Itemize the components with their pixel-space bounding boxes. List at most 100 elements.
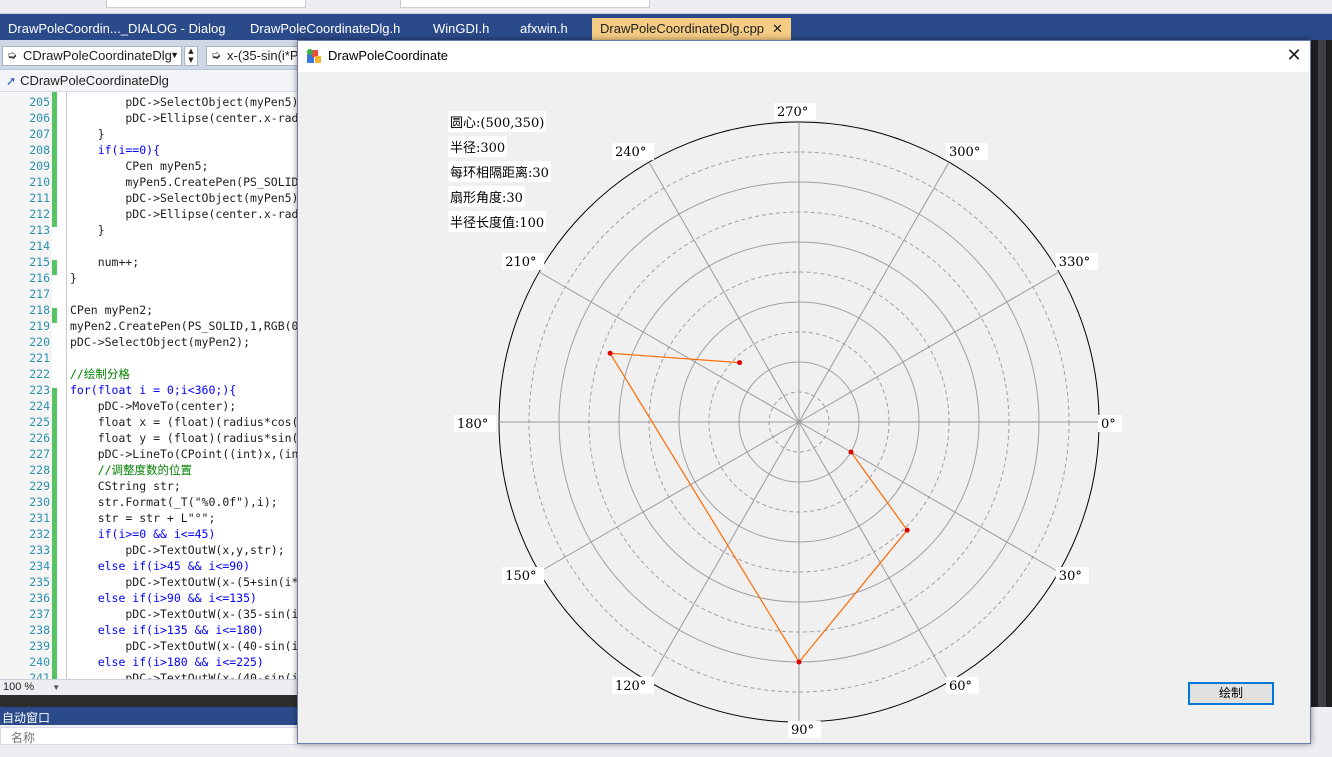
column-header-name[interactable]: 名称 [0,727,298,745]
code-line[interactable]: 241 pDC->TextOutW(x-(40-sin(i*PI [0,670,298,679]
code-line[interactable]: 235 pDC->TextOutW(x-(5+sin(i*PI [0,574,298,590]
code-line[interactable]: 219 myPen2.CreatePen(PS_SOLID,1,RGB(0,0,0… [0,318,298,334]
code-text: str.Format(_T("%0.0f"),i); [70,495,278,509]
zoom-level[interactable]: 100 % [3,681,34,693]
code-line[interactable]: 213 } [0,222,298,238]
angle-label: 90° [791,723,814,738]
tab-wingdi[interactable]: WinGDI.h [425,18,497,40]
code-line[interactable]: 229 CString str; [0,478,298,494]
code-editor[interactable]: 205 pDC->SelectObject(myPen5); 206 pDC->E… [0,92,298,679]
code-text: pDC->Ellipse(center.x-radius, [125,111,298,125]
code-text: float x = (float)(radius*cos( [70,415,298,429]
code-line[interactable]: 236 else if(i>90 && i<=135) [0,590,298,606]
breadcrumb[interactable]: ➚ CDrawPoleCoordinateDlg [0,70,298,92]
code-line[interactable]: 216} [0,270,298,286]
code-line[interactable]: 231 str = str + L"°"; [0,510,298,526]
code-line[interactable]: 212 pDC->Ellipse(center.x-radius, [0,206,298,222]
draw-button[interactable]: 绘制 [1188,682,1274,705]
line-number: 205 [29,95,50,109]
line-number: 231 [29,511,50,525]
close-icon[interactable]: ✕ [1278,41,1310,72]
angle-label: 180° [457,417,488,432]
code-line[interactable]: 233 pDC->TextOutW(x,y,str); [0,542,298,558]
tab-label: DrawPoleCoordin..._DIALOG - Dialog [8,21,226,36]
chevron-down-icon[interactable]: ▼ [52,683,60,692]
code-line[interactable]: 237 pDC->TextOutW(x-(35-sin(i*PI [0,606,298,622]
code-line[interactable]: 239 pDC->TextOutW(x-(40-sin(i*PI [0,638,298,654]
code-line[interactable]: 223 for(float i = 0;i<360;){ [0,382,298,398]
code-line[interactable]: 228 //调整度数的位置 [0,462,298,478]
angle-label: 30° [1059,569,1082,584]
line-number: 217 [29,287,50,301]
tab-afxwin[interactable]: afxwin.h [512,18,576,40]
document-tab-bar: DrawPoleCoordin..._DIALOG - Dialog DrawP… [0,14,1332,40]
code-line[interactable]: 218 CPen myPen2; [0,302,298,318]
app-icon [307,49,321,63]
line-number: 219 [29,319,50,333]
info-radius-length: 半径长度值:100 [448,211,547,232]
code-line[interactable]: 210 myPen5.CreatePen(PS_SOLID,1, [0,174,298,190]
close-icon[interactable]: ✕ [772,21,783,36]
tab-dlg-cpp[interactable]: DrawPoleCoordinateDlg.cpp ✕ [592,18,791,40]
angle-label: 150° [505,569,536,584]
code-line[interactable]: 232 if(i>=0 && i<=45) [0,526,298,542]
code-line[interactable]: 224 pDC->MoveTo(center); [0,398,298,414]
class-icon: ➭ [7,48,18,62]
code-line[interactable]: 240 else if(i>180 && i<=225) [0,654,298,670]
code-line[interactable]: 230 str.Format(_T("%0.0f"),i); [0,494,298,510]
code-line[interactable]: 215 num++; [0,254,298,270]
code-line[interactable]: 225 float x = (float)(radius*cos( [0,414,298,430]
code-line[interactable]: 205 pDC->SelectObject(myPen5); [0,94,298,110]
tab-label: afxwin.h [520,21,568,36]
code-text: if(i>=0 && i<=45) [70,527,216,541]
line-number: 237 [29,607,50,621]
member-dropdown[interactable]: ➭ x-(35-sin(i*P [206,46,302,66]
line-number: 225 [29,415,50,429]
line-number: 234 [29,559,50,573]
code-line[interactable]: 211 pDC->SelectObject(myPen5); [0,190,298,206]
code-line[interactable]: 234 else if(i>45 && i<=90) [0,558,298,574]
dialog-titlebar[interactable]: DrawPoleCoordinate ✕ [298,41,1310,72]
toolbar-combo-2[interactable] [400,0,650,8]
line-number: 208 [29,143,50,157]
code-line[interactable]: 238 else if(i>135 && i<=180) [0,622,298,638]
code-line[interactable]: 214 [0,238,298,254]
code-text: CPen myPen5; [70,159,209,173]
line-number: 214 [29,239,50,253]
navigation-bar: ➭ CDrawPoleCoordinateDlg ▼ ▲ ▼ ➭ x-(35-si… [0,40,302,70]
code-line[interactable]: 222 //绘制分格 [0,366,298,382]
data-point [796,659,802,665]
code-text: CPen myPen2; [70,303,154,317]
line-number: 209 [29,159,50,173]
angle-label: 270° [777,105,808,120]
split-spinner[interactable]: ▲ ▼ [184,46,198,66]
auto-window-title[interactable]: 自动窗口 [0,707,298,725]
code-text: float y = (float)(radius*sin( [70,431,298,445]
vertical-scrollbar[interactable] [1318,40,1326,707]
angle-label: 300° [949,145,980,160]
code-line[interactable]: 220 pDC->SelectObject(myPen2); [0,334,298,350]
code-line[interactable]: 221 [0,350,298,366]
code-line[interactable]: 208 if(i==0){ [0,142,298,158]
code-line[interactable]: 217 [0,286,298,302]
line-number: 213 [29,223,50,237]
code-text: else if(i>90 && i<=135) [70,591,257,605]
member-icon: ➭ [211,48,222,62]
class-dropdown[interactable]: ➭ CDrawPoleCoordinateDlg ▼ [2,46,182,66]
toolbar-combo[interactable] [106,0,306,8]
info-center: 圆心:(500,350) [448,111,547,132]
line-number: 220 [29,335,50,349]
code-text: myPen2.CreatePen(PS_SOLID,1,RGB(0,0,0)); [70,319,298,333]
line-number: 206 [29,111,50,125]
info-sector-angle: 扇形角度:30 [448,186,525,207]
tab-dialog-resource[interactable]: DrawPoleCoordin..._DIALOG - Dialog [0,18,233,40]
tab-dlg-header[interactable]: DrawPoleCoordinateDlg.h [242,18,408,40]
code-line[interactable]: 207 } [0,126,298,142]
code-text: pDC->TextOutW(x-(5+sin(i*PI [70,575,298,589]
code-text: myPen5.CreatePen(PS_SOLID,1, [70,175,298,189]
code-line[interactable]: 226 float y = (float)(radius*sin( [0,430,298,446]
line-number: 215 [29,255,50,269]
code-line[interactable]: 227 pDC->LineTo(CPoint((int)x,(int)y)); [0,446,298,462]
code-line[interactable]: 209 CPen myPen5; [0,158,298,174]
code-line[interactable]: 206 pDC->Ellipse(center.x-radius, [0,110,298,126]
